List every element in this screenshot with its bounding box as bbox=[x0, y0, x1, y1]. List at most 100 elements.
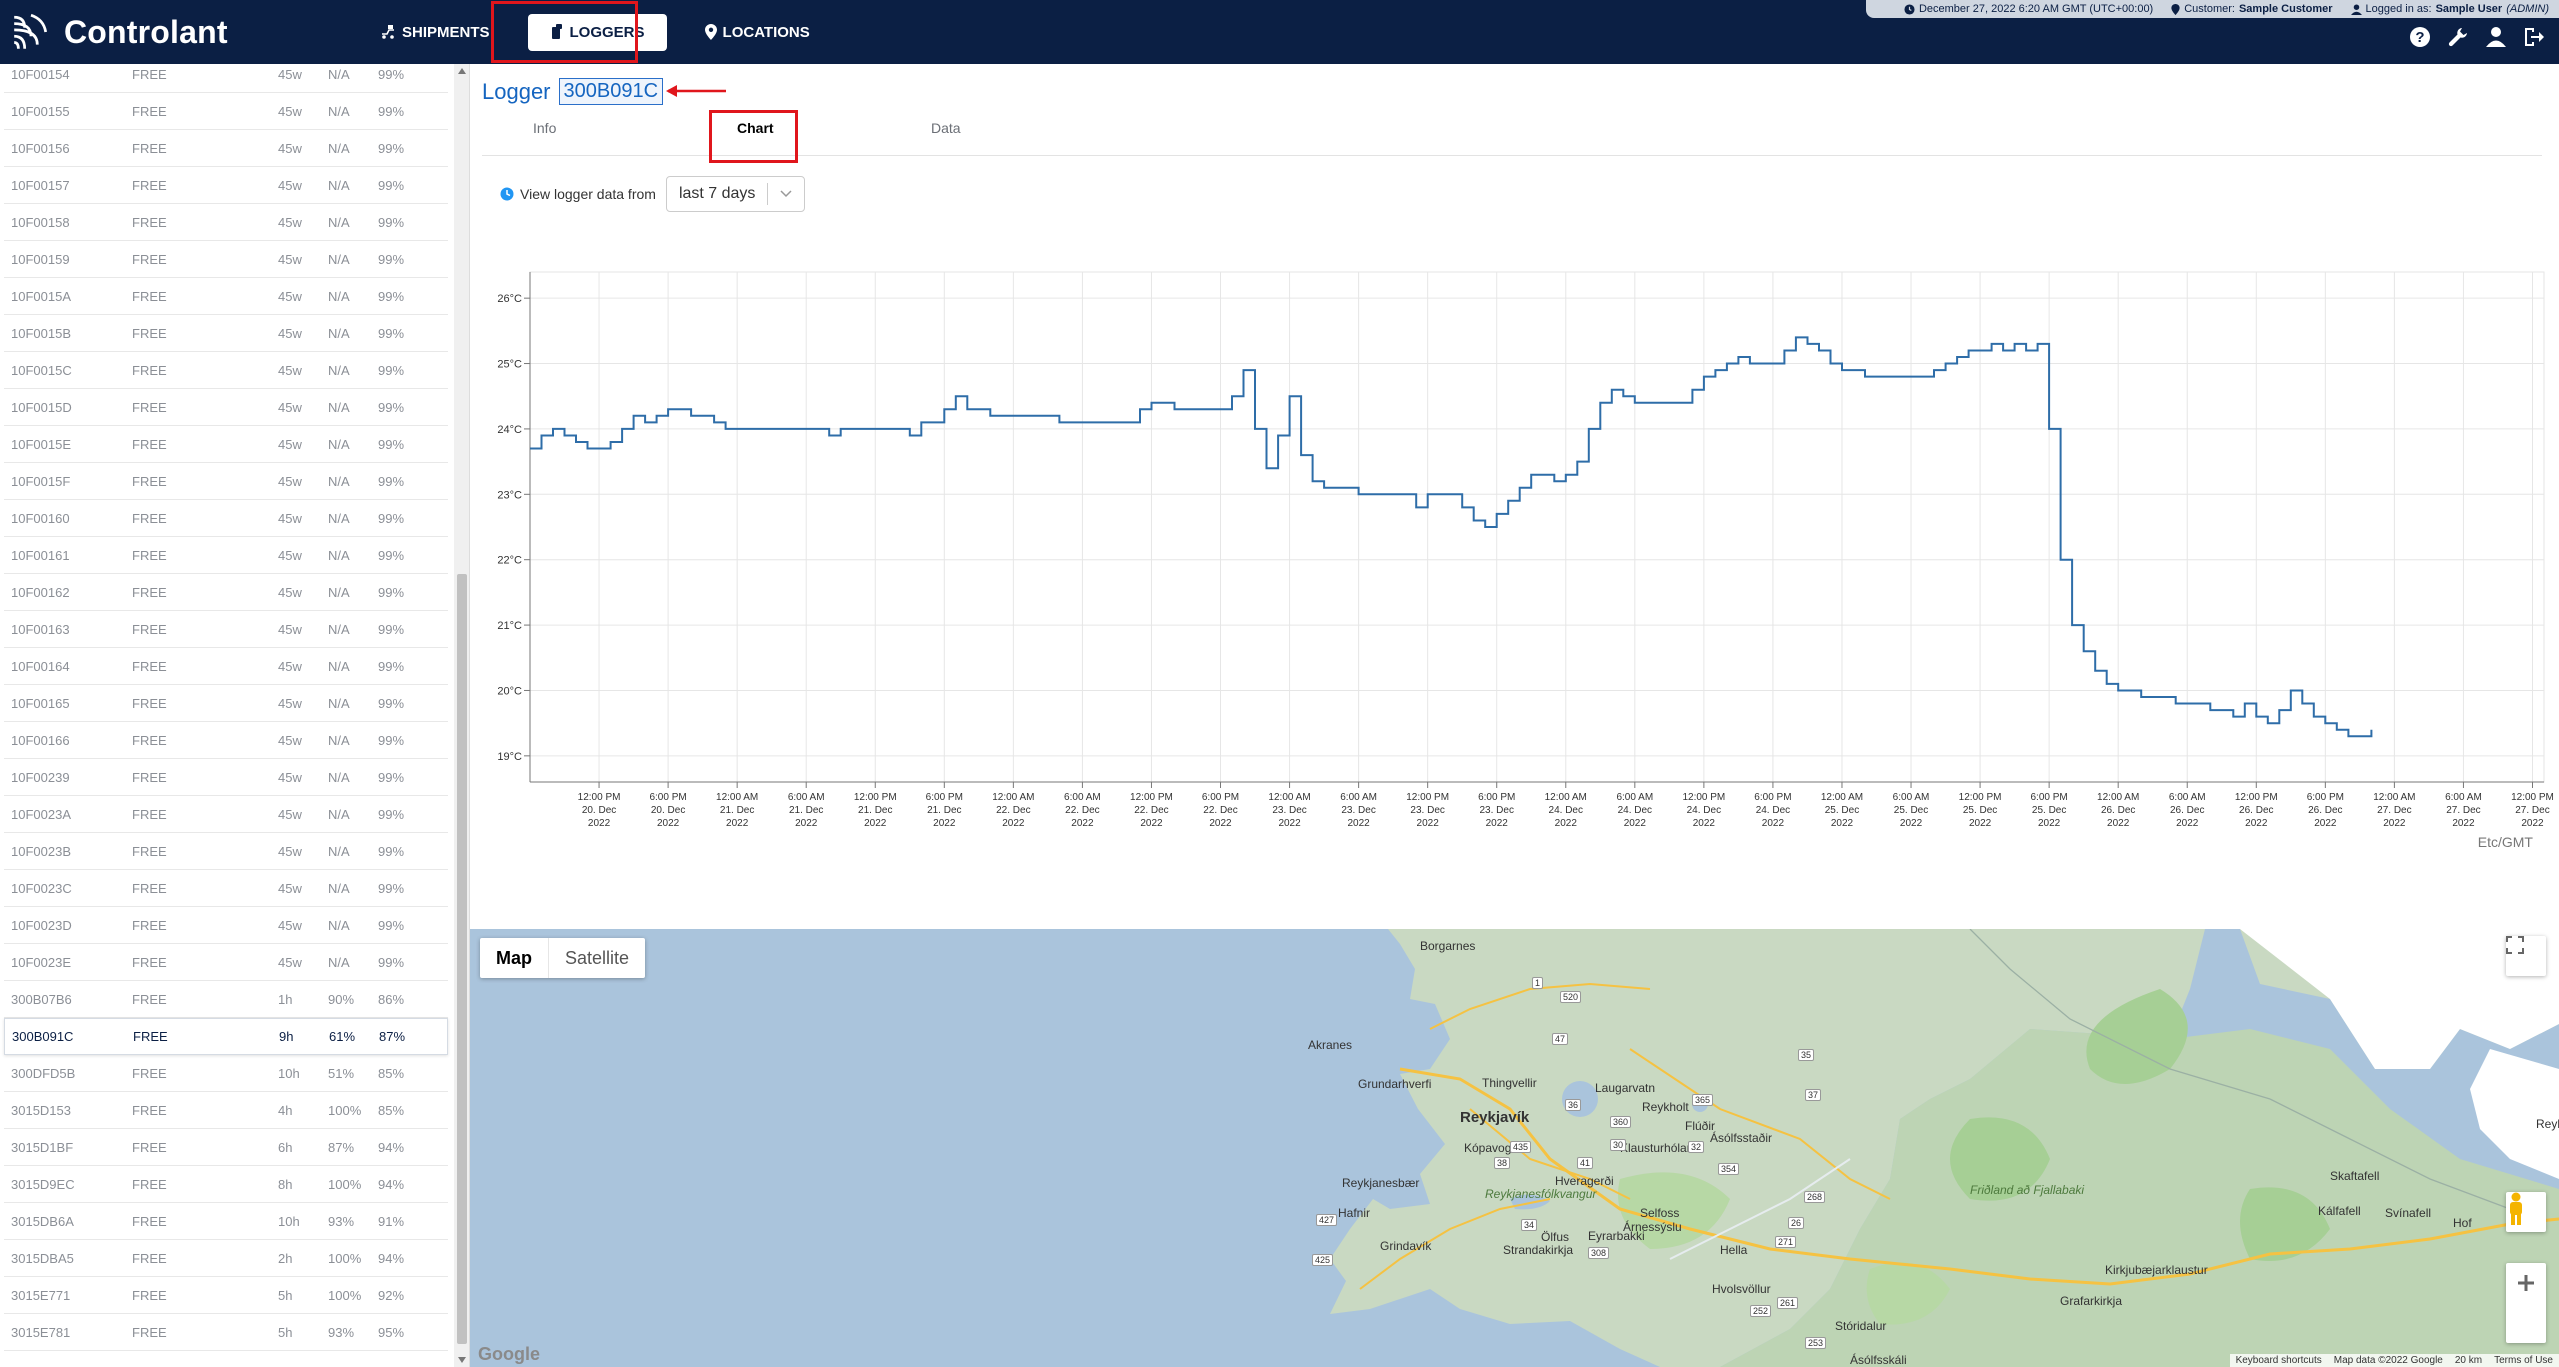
x-tick-label: 23. Dec bbox=[1479, 805, 1513, 816]
logger-list-row[interactable]: 10F00162 FREE 45w N/A 99% bbox=[4, 574, 448, 611]
logger-list-row[interactable]: 10F00166 FREE 45w N/A 99% bbox=[4, 722, 448, 759]
x-tick-label: 25. Dec bbox=[1963, 805, 1997, 816]
logger-list-row[interactable]: 10F0015E FREE 45w N/A 99% bbox=[4, 426, 448, 463]
logger-battery-cell: N/A bbox=[328, 214, 350, 230]
scroll-up-arrow-icon[interactable] bbox=[458, 68, 466, 74]
logger-list-row[interactable]: 3015D9EC FREE 8h 100% 94% bbox=[4, 1166, 448, 1203]
sidebar-scrollbar[interactable] bbox=[454, 64, 469, 1367]
x-tick-label: 2022 bbox=[795, 818, 818, 829]
range-select[interactable]: last 7 days bbox=[665, 176, 806, 212]
logger-list-row[interactable]: 300DFD5B FREE 10h 51% 85% bbox=[4, 1055, 448, 1092]
terms-link[interactable]: Terms of Use bbox=[2494, 1355, 2553, 1366]
logger-percent-cell: 99% bbox=[378, 806, 405, 822]
keyboard-shortcuts-link[interactable]: Keyboard shortcuts bbox=[2236, 1355, 2322, 1366]
tab-data[interactable]: Data bbox=[931, 120, 961, 136]
help-icon[interactable]: ? bbox=[2409, 26, 2431, 48]
user-status: Logged in as: Sample User (ADMIN) bbox=[2350, 3, 2549, 15]
logger-list-row[interactable]: 10F00155 FREE 45w N/A 99% bbox=[4, 93, 448, 130]
logger-list-row[interactable]: 3015D153 FREE 4h 100% 85% bbox=[4, 1092, 448, 1129]
y-tick-label: 20°C bbox=[497, 685, 522, 697]
logger-list-row[interactable]: 3015E781 FREE 5h 93% 95% bbox=[4, 1314, 448, 1351]
logger-battery-cell: N/A bbox=[328, 288, 350, 304]
logger-list-row[interactable]: 10F0015C FREE 45w N/A 99% bbox=[4, 352, 448, 389]
logger-percent-cell: 99% bbox=[378, 140, 405, 156]
logger-list-row[interactable]: 10F0023E FREE 45w N/A 99% bbox=[4, 944, 448, 981]
logger-list-row[interactable]: 10F0023A FREE 45w N/A 99% bbox=[4, 796, 448, 833]
zoom-out-icon[interactable] bbox=[2506, 1263, 2546, 1303]
logger-id-cell: 300B07B6 bbox=[11, 991, 72, 1007]
x-tick-label: 2022 bbox=[864, 818, 887, 829]
logger-list-row[interactable]: 10F00159 FREE 45w N/A 99% bbox=[4, 241, 448, 278]
y-tick-label: 24°C bbox=[497, 424, 522, 436]
logger-list-row[interactable]: 10F00163 FREE 45w N/A 99% bbox=[4, 611, 448, 648]
map-place-label: Eyrarbakki bbox=[1588, 1229, 1645, 1243]
logger-battery-cell: N/A bbox=[328, 140, 350, 156]
logger-list-row[interactable]: 3015DBA5 FREE 2h 100% 94% bbox=[4, 1240, 448, 1277]
nav-locations[interactable]: LOCATIONS bbox=[691, 14, 824, 51]
logger-percent-cell: 99% bbox=[378, 214, 405, 230]
logger-time-cell: 45w bbox=[278, 140, 302, 156]
top-navigation-bar: Controlant SHIPMENTS LOGGERS LOCATIONS D… bbox=[0, 0, 2559, 64]
x-tick-label: 25. Dec bbox=[2032, 805, 2066, 816]
logger-list-row[interactable]: 10F0015F FREE 45w N/A 99% bbox=[4, 463, 448, 500]
logger-list-row[interactable]: 10F0015A FREE 45w N/A 99% bbox=[4, 278, 448, 315]
map-place-label: Thingvellir bbox=[1482, 1076, 1537, 1090]
logger-id[interactable]: 300B091C bbox=[558, 78, 664, 105]
logger-list-row[interactable]: 10F00156 FREE 45w N/A 99% bbox=[4, 130, 448, 167]
logger-list-row[interactable]: 3015D1BF FREE 6h 87% 94% bbox=[4, 1129, 448, 1166]
fullscreen-button[interactable] bbox=[2506, 936, 2546, 976]
map-type-map-button[interactable]: Map bbox=[480, 938, 549, 978]
logout-icon[interactable] bbox=[2523, 26, 2545, 48]
logger-list-row[interactable]: 3015DB6A FREE 10h 93% 91% bbox=[4, 1203, 448, 1240]
logger-percent-cell: 99% bbox=[378, 510, 405, 526]
street-view-pegman[interactable] bbox=[2506, 1192, 2546, 1232]
logger-list-row[interactable]: 10F00154 FREE 45w N/A 99% bbox=[4, 64, 448, 93]
x-tick-label: 2022 bbox=[2314, 818, 2337, 829]
scroll-down-arrow-icon[interactable] bbox=[458, 1357, 466, 1363]
logger-list-row[interactable]: 10F00157 FREE 45w N/A 99% bbox=[4, 167, 448, 204]
map-place-label: Svínafell bbox=[2385, 1206, 2432, 1220]
logger-list-row[interactable]: 10F00239 FREE 45w N/A 99% bbox=[4, 759, 448, 796]
map-place-label: Reykjavík bbox=[1460, 1109, 1530, 1126]
x-tick-label: 12:00 PM bbox=[1959, 792, 2002, 803]
logger-id-cell: 10F0023C bbox=[11, 880, 72, 896]
logger-list-row[interactable]: 10F0023C FREE 45w N/A 99% bbox=[4, 870, 448, 907]
x-tick-label: 2022 bbox=[1624, 818, 1647, 829]
logger-list-row[interactable]: 300B091C FREE 9h 61% 87% bbox=[4, 1018, 448, 1055]
tab-info[interactable]: Info bbox=[533, 120, 556, 136]
logger-list-row[interactable]: 3015E771 FREE 5h 100% 92% bbox=[4, 1277, 448, 1314]
logger-list-row[interactable]: 10F00164 FREE 45w N/A 99% bbox=[4, 648, 448, 685]
logger-list-row[interactable]: 10F00160 FREE 45w N/A 99% bbox=[4, 500, 448, 537]
location-map[interactable]: Borgarnes Akranes Grundarhverfi Thingvellir… bbox=[470, 929, 2559, 1367]
logger-list-row[interactable]: 10F0015D FREE 45w N/A 99% bbox=[4, 389, 448, 426]
map-route-shield: 34 bbox=[1521, 1219, 1538, 1231]
logger-list-row[interactable]: 10F00165 FREE 45w N/A 99% bbox=[4, 685, 448, 722]
map-route-shield: 435 bbox=[1510, 1141, 1532, 1153]
wrench-settings-icon[interactable] bbox=[2447, 26, 2469, 48]
chevron-down-icon[interactable] bbox=[768, 190, 804, 198]
scroll-thumb[interactable] bbox=[457, 574, 467, 1344]
logger-list-row[interactable]: 10F00161 FREE 45w N/A 99% bbox=[4, 537, 448, 574]
logger-list-row[interactable]: 300B07B6 FREE 1h 90% 86% bbox=[4, 981, 448, 1018]
logger-percent-cell: 99% bbox=[378, 954, 405, 970]
x-tick-label: 6:00 AM bbox=[1064, 792, 1101, 803]
logger-id-cell: 10F00154 bbox=[11, 66, 70, 82]
logger-time-cell: 1h bbox=[278, 991, 293, 1007]
logger-list-sidebar: 10F00154 FREE 45w N/A 99% 10F00155 FREE 45w N/A 9… bbox=[0, 64, 470, 1367]
user-profile-icon[interactable] bbox=[2485, 26, 2507, 48]
logger-battery-cell: 61% bbox=[329, 1029, 356, 1044]
map-scale[interactable]: 20 km bbox=[2455, 1355, 2482, 1366]
nav-shipments[interactable]: SHIPMENTS bbox=[366, 14, 504, 51]
pegman-icon bbox=[2510, 1192, 2522, 1225]
logger-list-row[interactable]: 10F0023D FREE 45w N/A 99% bbox=[4, 907, 448, 944]
logger-list-row[interactable]: 10F0015B FREE 45w N/A 99% bbox=[4, 315, 448, 352]
x-tick-label: 6:00 PM bbox=[1754, 792, 1791, 803]
logger-list-row[interactable]: 10F0023B FREE 45w N/A 99% bbox=[4, 833, 448, 870]
logger-list-row[interactable]: 10F00158 FREE 45w N/A 99% bbox=[4, 204, 448, 241]
y-tick-label: 26°C bbox=[497, 293, 522, 305]
brand-logo[interactable]: Controlant bbox=[10, 10, 228, 54]
logger-time-cell: 45w bbox=[278, 399, 302, 415]
map-type-satellite-button[interactable]: Satellite bbox=[549, 938, 645, 978]
controlant-logo-icon bbox=[14, 13, 48, 49]
logger-percent-cell: 99% bbox=[378, 658, 405, 674]
